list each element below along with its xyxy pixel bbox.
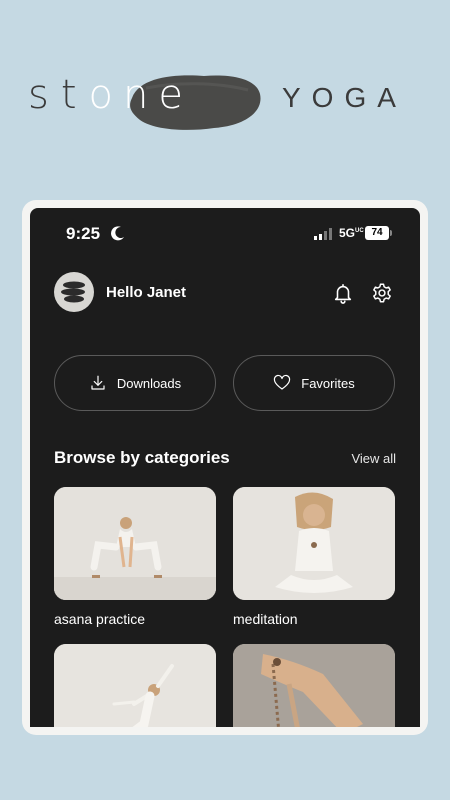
category-card[interactable] bbox=[233, 644, 395, 727]
device-frame: 9:25 5GUC 74 Hello Janet Downloads Favor… bbox=[22, 200, 428, 735]
network-type: 5GUC bbox=[339, 226, 364, 240]
battery-level: 74 bbox=[365, 226, 389, 240]
status-bar: 9:25 5GUC 74 bbox=[30, 208, 420, 260]
logo-stone-text: stone bbox=[28, 72, 193, 118]
stones-icon bbox=[61, 281, 85, 303]
favorites-label: Favorites bbox=[301, 375, 355, 391]
download-icon bbox=[91, 375, 105, 390]
battery-icon: 74 bbox=[365, 226, 393, 240]
category-image bbox=[54, 487, 216, 600]
category-card[interactable] bbox=[54, 644, 216, 727]
category-card-meditation[interactable]: meditation bbox=[233, 487, 395, 627]
logo-yoga-text: YOGA bbox=[282, 82, 407, 113]
category-image bbox=[233, 487, 395, 600]
category-label: asana practice bbox=[54, 611, 146, 627]
greeting-text: Hello Janet bbox=[106, 284, 187, 301]
logo-middle-text: one bbox=[88, 72, 193, 118]
section-title: Browse by categories bbox=[54, 448, 230, 467]
downloads-button[interactable]: Downloads bbox=[54, 355, 216, 411]
category-card-asana-practice[interactable]: asana practice bbox=[54, 487, 216, 627]
category-label: meditation bbox=[233, 611, 298, 627]
category-image bbox=[233, 644, 395, 727]
category-image bbox=[54, 644, 216, 727]
cellular-signal-icon bbox=[314, 228, 332, 240]
moon-icon bbox=[111, 226, 124, 241]
avatar[interactable] bbox=[54, 272, 94, 312]
downloads-label: Downloads bbox=[116, 375, 182, 391]
app-screen: 9:25 5GUC 74 Hello Janet Downloads Favor… bbox=[30, 208, 420, 727]
view-all-link[interactable]: View all bbox=[351, 451, 396, 466]
status-time: 9:25 bbox=[66, 224, 101, 243]
bell-icon[interactable] bbox=[332, 282, 354, 304]
favorites-button[interactable]: Favorites bbox=[233, 355, 395, 411]
settings-gear-icon[interactable] bbox=[371, 282, 393, 304]
stone-yoga-logo: stone YOGA bbox=[0, 60, 450, 140]
heart-icon bbox=[274, 374, 291, 390]
